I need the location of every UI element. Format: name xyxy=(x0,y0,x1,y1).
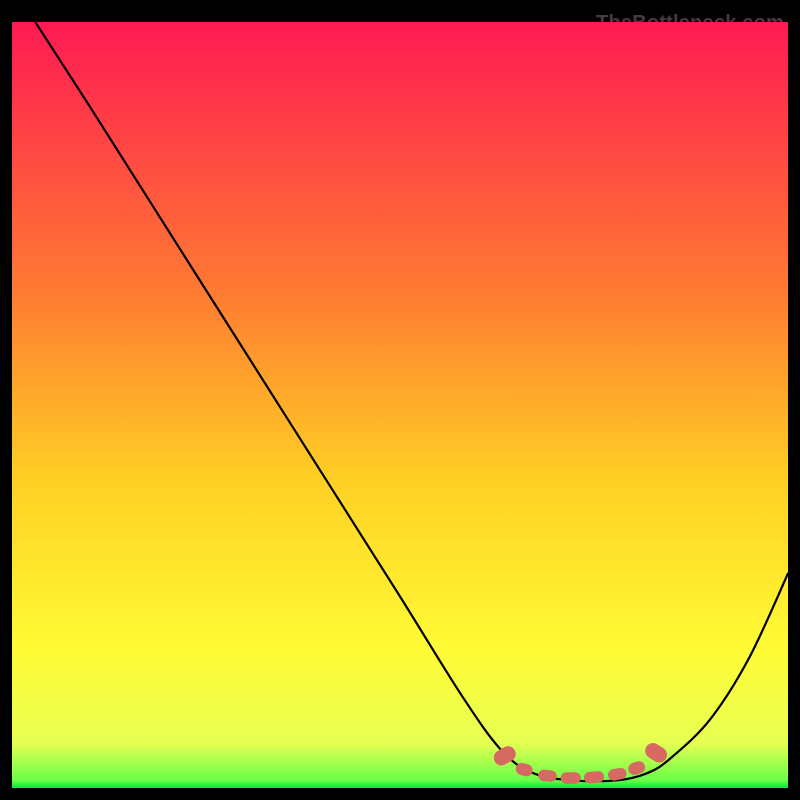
gradient-background xyxy=(12,22,788,788)
marker-capsule xyxy=(561,772,581,783)
plot-area xyxy=(12,22,788,788)
chart-container: TheBottleneck.com xyxy=(12,12,788,788)
chart-svg xyxy=(12,22,788,788)
